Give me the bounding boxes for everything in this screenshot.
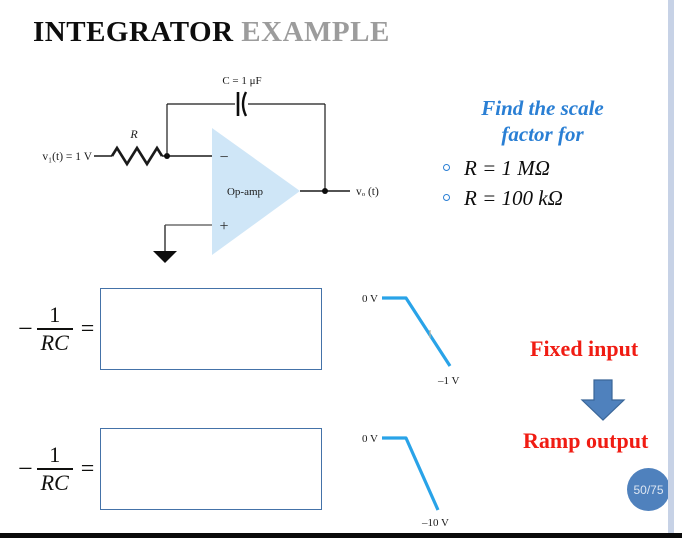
waveform-ramp-2: 0 V –10 V bbox=[350, 426, 480, 536]
formula-row-1: − 1 RC = bbox=[18, 288, 323, 370]
waveform-end-label-2: –10 V bbox=[421, 517, 449, 529]
waveform-start-label-1: 0 V bbox=[362, 293, 378, 305]
formula-equals-1: = bbox=[80, 315, 95, 342]
question-list: R = 1 MΩ R = 100 kΩ bbox=[440, 153, 678, 213]
capacitor-label: C = 1 μF bbox=[222, 75, 261, 87]
resistor-label: R bbox=[129, 127, 138, 141]
title-main-text: INTEGRATOR bbox=[33, 16, 242, 48]
fraction-denominator-1: RC bbox=[40, 329, 69, 355]
output-voltage-label: vₒ (t) bbox=[356, 186, 379, 198]
noninverting-terminal-label: + bbox=[219, 218, 228, 235]
formula-row-2: − 1 RC = bbox=[18, 428, 323, 510]
scrollbar-track[interactable] bbox=[668, 0, 674, 536]
opamp-label: Op-amp bbox=[227, 186, 264, 198]
inverting-terminal-label: − bbox=[219, 149, 228, 166]
capacitor-plate-curved bbox=[241, 91, 248, 117]
list-item-label: R = 100 kΩ bbox=[464, 186, 563, 210]
list-item-label: R = 1 MΩ bbox=[464, 156, 550, 180]
waveform-start-label-2: 0 V bbox=[362, 433, 378, 445]
page-number-badge: 50/75 bbox=[627, 468, 670, 511]
ramp-trace-1 bbox=[382, 296, 452, 367]
circuit-diagram: v₁(t) = 1 V R C = 1 μF − + Op-amp vₒ (t) bbox=[0, 70, 420, 270]
title-sub-text: EXAMPLE bbox=[241, 16, 390, 48]
bullet-circle-icon bbox=[443, 164, 450, 171]
list-item: R = 1 MΩ bbox=[440, 153, 678, 183]
fraction-1: 1 RC bbox=[36, 302, 73, 355]
arrow-shape bbox=[580, 379, 626, 421]
slide-canvas: INTEGRATOR EXAMPLE v₁(t) = 1 V R C = 1 μ… bbox=[0, 0, 682, 559]
fraction-numerator-1: 1 bbox=[49, 302, 61, 328]
formula-equals-2: = bbox=[80, 455, 95, 482]
formula-minus-sign-1: − bbox=[18, 314, 33, 343]
formula-minus-sign-2: − bbox=[18, 454, 33, 483]
formula-expression-2: − 1 RC = bbox=[18, 444, 100, 494]
answer-box-2[interactable] bbox=[100, 428, 323, 510]
list-item: R = 100 kΩ bbox=[440, 183, 678, 213]
resistor-symbol bbox=[110, 145, 164, 167]
page-title: INTEGRATOR EXAMPLE bbox=[33, 16, 390, 49]
fixed-input-annotation: Fixed input bbox=[530, 336, 639, 361]
output-node-dot bbox=[322, 188, 328, 194]
question-block: Find the scale factor for R = 1 MΩ R = 1… bbox=[440, 95, 678, 213]
down-arrow-icon bbox=[580, 378, 626, 427]
ground-symbol bbox=[153, 251, 177, 263]
answer-box-1[interactable] bbox=[100, 288, 323, 370]
fraction-denominator-2: RC bbox=[40, 469, 69, 495]
fraction-2: 1 RC bbox=[36, 442, 73, 495]
input-voltage-label: v₁(t) = 1 V bbox=[42, 151, 92, 163]
ramp-output-annotation: Ramp output bbox=[523, 428, 649, 453]
fraction-numerator-2: 1 bbox=[49, 442, 61, 468]
question-heading-line2: factor for bbox=[501, 122, 584, 146]
question-heading: Find the scale factor for bbox=[440, 95, 645, 147]
waveform-end-label-1: –1 V bbox=[437, 375, 460, 387]
formula-expression-1: − 1 RC = bbox=[18, 304, 100, 354]
ramp-trace-2 bbox=[382, 436, 440, 511]
question-heading-line1: Find the scale bbox=[481, 96, 604, 120]
bullet-circle-icon bbox=[443, 194, 450, 201]
bottom-whitespace bbox=[0, 538, 682, 559]
waveform-ramp-1: 0 V –1 V bbox=[350, 286, 470, 396]
